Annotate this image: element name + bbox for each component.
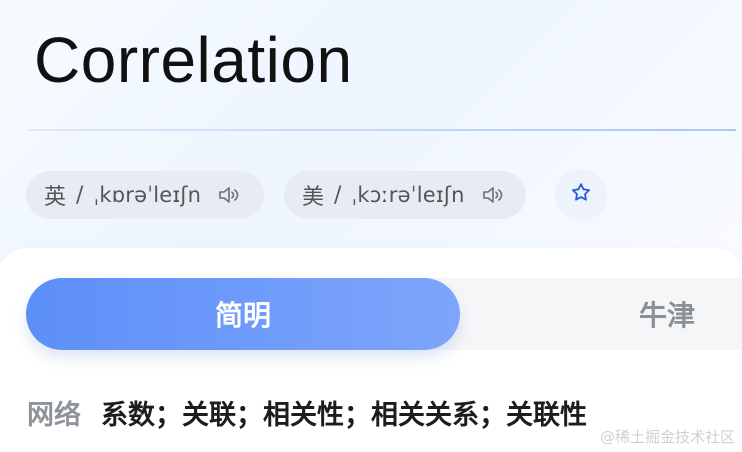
uk-pronunciation-button[interactable]: 英 / ˌkɒrəˈleɪʃn <box>26 171 264 219</box>
definition-text: 系数；关联；相关性；相关关系；关联性 <box>101 400 587 431</box>
definition-label: 网络 <box>27 400 81 431</box>
network-definition: 网络 系数；关联；相关性；相关关系；关联性 <box>27 393 587 432</box>
watermark: @稀土掘金技术社区 <box>599 428 735 446</box>
speaker-icon <box>215 182 241 208</box>
us-slash: / <box>334 182 342 208</box>
us-ipa-text: ˌkɔːrəˈleɪʃn <box>351 183 465 207</box>
us-language-label: 美 <box>302 185 325 210</box>
favorite-button[interactable] <box>555 169 607 221</box>
dictionary-tabs: 简明 牛津 <box>26 278 742 350</box>
uk-ipa-text: ˌkɒrəˈleɪʃn <box>93 183 202 207</box>
star-icon <box>569 181 593 209</box>
uk-language-label: 英 <box>44 185 67 210</box>
us-pronunciation-button[interactable]: 美 / ˌkɔːrəˈleɪʃn <box>284 171 526 219</box>
tab-oxford[interactable]: 牛津 <box>622 278 712 350</box>
title-divider <box>27 129 736 131</box>
speaker-icon <box>479 182 505 208</box>
uk-slash: / <box>76 182 84 208</box>
word-title: Correlation <box>34 24 353 96</box>
tab-concise[interactable]: 简明 <box>26 278 460 350</box>
